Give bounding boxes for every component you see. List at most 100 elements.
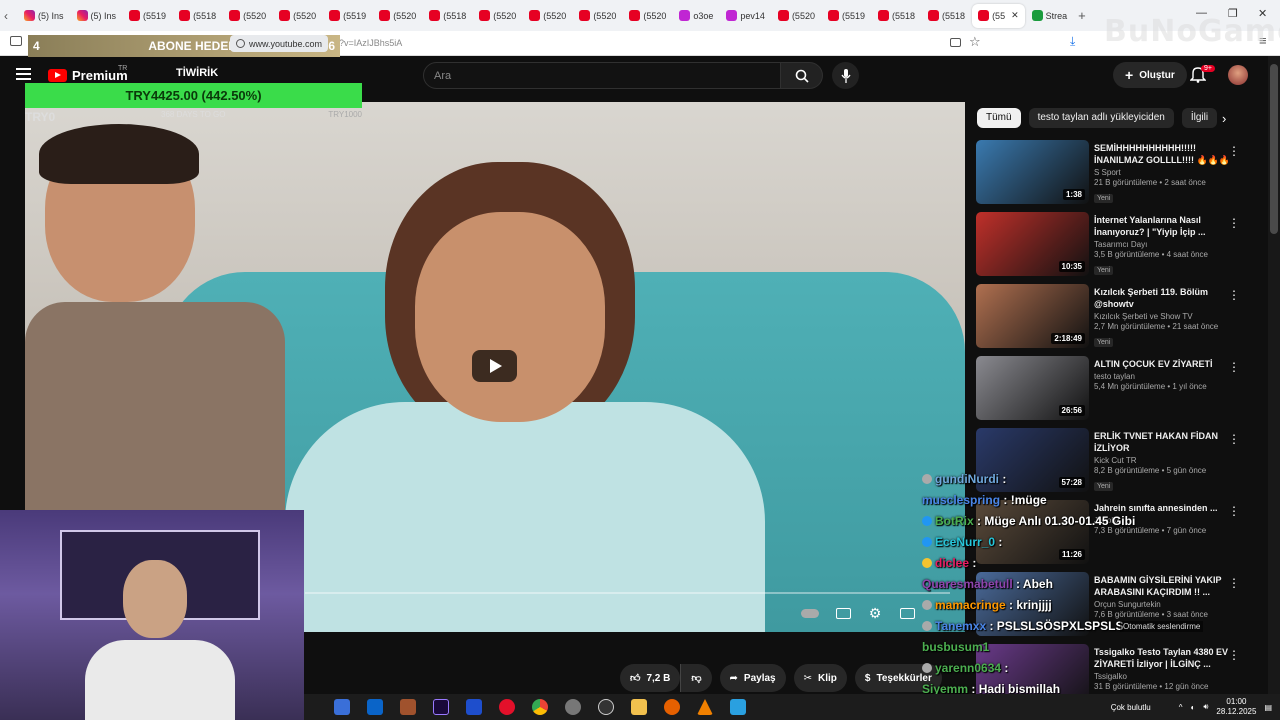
chevron-right-icon[interactable]: › xyxy=(1222,111,1226,126)
clip-button[interactable]: ✂ Klip xyxy=(793,664,847,692)
settings-gear-icon[interactable]: ⚙ xyxy=(866,604,884,622)
firefox-app-icon[interactable] xyxy=(664,699,680,715)
chat-message: diclee : xyxy=(922,554,1182,575)
browser-tab[interactable]: (5518 xyxy=(872,4,921,28)
video-thumbnail[interactable]: 26:56 xyxy=(976,356,1089,420)
youtube-icon xyxy=(777,10,789,21)
browser-tab[interactable]: (5) Ins xyxy=(18,4,70,28)
new-tab-icon[interactable]: + xyxy=(1078,8,1086,23)
recommended-video[interactable]: 10:35 İnternet Yalanlarına Nasıl İnanıyo… xyxy=(976,212,1248,284)
hamburger-menu-icon[interactable] xyxy=(16,68,31,80)
channel-name[interactable]: Kızılcık Şerbeti ve Show TV xyxy=(1094,312,1234,321)
recommended-video[interactable]: 2:18:49 Kızılcık Şerbeti 119. Bölüm @sho… xyxy=(976,284,1248,356)
browser-tab[interactable]: Strea xyxy=(1026,4,1074,28)
taskbar-clock[interactable]: 01:00 28.12.2025 xyxy=(1216,697,1256,717)
video-title[interactable]: İnternet Yalanlarına Nasıl İnanıyoruz? |… xyxy=(1094,214,1234,238)
search-button[interactable] xyxy=(781,62,823,89)
opera-app-icon[interactable] xyxy=(499,699,515,715)
browser-tab[interactable]: (5520 xyxy=(373,4,422,28)
page-scrollbar[interactable] xyxy=(1268,56,1280,694)
browser-tab[interactable]: (5520 xyxy=(273,4,322,28)
close-tab-icon[interactable]: ✕ xyxy=(1011,10,1019,21)
obs-app-icon[interactable] xyxy=(598,699,614,715)
app-blue-icon[interactable] xyxy=(466,699,482,715)
video-title[interactable]: ALTIN ÇOCUK EV ZİYARETİ xyxy=(1094,358,1234,370)
browser-tab[interactable]: (5518 xyxy=(423,4,472,28)
more-options-icon[interactable]: ⋮ xyxy=(1228,144,1240,158)
explorer-app-icon[interactable] xyxy=(334,699,350,715)
app-brown-icon[interactable] xyxy=(400,699,416,715)
video-progress-bar[interactable] xyxy=(305,592,950,594)
vlc-app-icon[interactable] xyxy=(697,699,713,715)
like-button[interactable]: 👍︎ 7,2 B xyxy=(620,664,681,692)
recommended-video[interactable]: 26:56 ALTIN ÇOCUK EV ZİYARETİ testo tayl… xyxy=(976,356,1248,428)
chat-text: : xyxy=(995,535,1003,549)
video-thumbnail[interactable]: 2:18:49 xyxy=(976,284,1089,348)
video-meta: 21 B görüntüleme • 2 saat önce xyxy=(1094,178,1206,187)
create-button[interactable]: + Oluştur xyxy=(1113,62,1187,88)
chrome-app-icon[interactable] xyxy=(532,699,548,715)
browser-tab[interactable]: (5) Ins xyxy=(71,4,123,28)
share-button[interactable]: ➦ Paylaş xyxy=(719,664,786,692)
miniplayer-icon[interactable] xyxy=(898,604,916,622)
browser-tab[interactable]: (5519 xyxy=(822,4,871,28)
more-options-icon[interactable]: ⋮ xyxy=(1228,576,1240,590)
video-thumbnail[interactable]: 10:35 xyxy=(976,212,1089,276)
autoplay-toggle-icon[interactable] xyxy=(801,604,819,622)
folder-app-icon[interactable] xyxy=(631,699,647,715)
more-options-icon[interactable]: ⋮ xyxy=(1228,504,1240,518)
chat-message: mamacringe : krinjjjj xyxy=(922,596,1182,617)
app-lightblue-icon[interactable] xyxy=(730,699,746,715)
app-grey-icon[interactable] xyxy=(565,699,581,715)
chip-all[interactable]: Tümü xyxy=(977,108,1021,128)
search-input[interactable]: Ara xyxy=(423,62,781,89)
browser-tab[interactable]: (5520 xyxy=(223,4,272,28)
video-title[interactable]: ERLİK TVNET HAKAN FİDAN İZLİYOR xyxy=(1094,430,1234,454)
more-options-icon[interactable]: ⋮ xyxy=(1228,648,1240,662)
sidebar-toggle-icon[interactable] xyxy=(10,36,22,46)
more-options-icon[interactable]: ⋮ xyxy=(1228,432,1240,446)
more-options-icon[interactable]: ⋮ xyxy=(1228,216,1240,230)
youtube-premium-logo[interactable]: Premium TR xyxy=(48,65,128,83)
video-title[interactable]: SEMİHHHHHHHHHH!!!!! İNANILMAZ GOLLLL!!!!… xyxy=(1094,142,1234,166)
subtitles-icon[interactable] xyxy=(834,604,852,622)
dislike-button[interactable]: 👎︎ xyxy=(680,664,712,692)
chip-related[interactable]: İlgili xyxy=(1181,108,1218,128)
browser-tab[interactable]: (5520 xyxy=(573,4,622,28)
channel-name[interactable]: Kick Cut TR xyxy=(1094,456,1234,465)
account-avatar[interactable] xyxy=(1228,65,1248,85)
bookmark-star-icon[interactable]: ☆ xyxy=(969,34,981,50)
download-icon[interactable]: ⤓ xyxy=(1070,34,1075,49)
browser-tab[interactable]: (5520 xyxy=(623,4,672,28)
notification-center-icon[interactable]: ▤ xyxy=(1264,703,1272,712)
browser-tab[interactable]: (5519 xyxy=(323,4,372,28)
back-icon[interactable]: ‹ xyxy=(4,9,8,23)
voice-search-button[interactable] xyxy=(832,62,859,89)
video-title[interactable]: Kızılcık Şerbeti 119. Bölüm @showtv xyxy=(1094,286,1234,310)
channel-name[interactable]: testo taylan xyxy=(1094,372,1234,381)
chip-uploader[interactable]: testo taylan adlı yükleyiciden xyxy=(1028,108,1174,128)
play-button[interactable] xyxy=(472,350,517,382)
screen-share-icon[interactable] xyxy=(950,38,961,47)
premiere-app-icon[interactable] xyxy=(433,699,449,715)
browser-tab[interactable]: (5518 xyxy=(922,4,971,28)
outlook-app-icon[interactable] xyxy=(367,699,383,715)
more-options-icon[interactable]: ⋮ xyxy=(1228,360,1240,374)
browser-tab[interactable]: (5520 xyxy=(523,4,572,28)
browser-tab[interactable]: (5520 xyxy=(772,4,821,28)
browser-tab[interactable]: (5520 xyxy=(473,4,522,28)
network-icon[interactable]: ◐ xyxy=(1191,703,1196,712)
channel-name[interactable]: S Sport xyxy=(1094,168,1234,177)
recommended-video[interactable]: 1:38 SEMİHHHHHHHHHH!!!!! İNANILMAZ GOLLL… xyxy=(976,140,1248,212)
browser-tab[interactable]: pev14 xyxy=(720,4,771,28)
browser-tab[interactable]: (55 ✕ xyxy=(972,3,1025,28)
channel-name[interactable]: Tasarımcı Dayı xyxy=(1094,240,1234,249)
browser-tab[interactable]: (5519 xyxy=(123,4,172,28)
browser-tab[interactable]: (5518 xyxy=(173,4,222,28)
volume-icon[interactable]: 🔊︎ xyxy=(1203,702,1208,712)
video-thumbnail[interactable]: 1:38 xyxy=(976,140,1089,204)
browser-tab[interactable]: o3oe xyxy=(673,4,719,28)
tray-chevron-icon[interactable]: ^ xyxy=(1179,703,1183,712)
more-options-icon[interactable]: ⋮ xyxy=(1228,288,1240,302)
site-info-popup[interactable]: www.youtube.com xyxy=(230,35,329,52)
